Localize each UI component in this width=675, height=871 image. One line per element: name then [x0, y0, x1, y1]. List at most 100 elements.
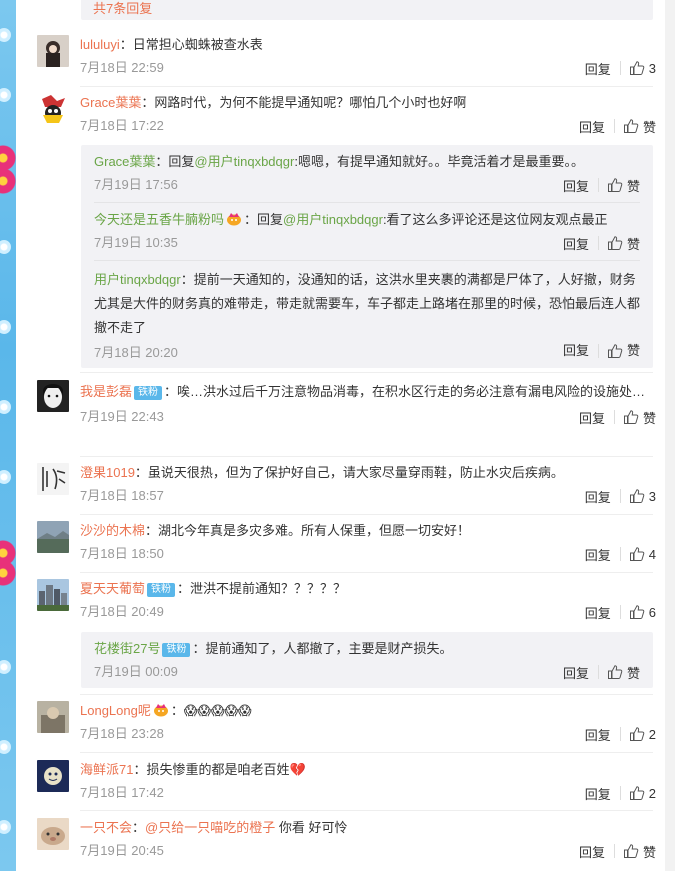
like-button[interactable]: 3	[629, 60, 656, 76]
action-divider	[597, 236, 599, 250]
like-button[interactable]: 赞	[623, 842, 656, 861]
reply-button[interactable]: 回复	[585, 603, 611, 622]
username-link[interactable]: 用户tinqxbdqgr	[94, 272, 181, 287]
comment-text: :看了这么多评论还是这位网友观点最正	[382, 212, 608, 227]
reply-button[interactable]: 回复	[563, 339, 589, 363]
like-button[interactable]: 赞	[623, 408, 656, 427]
reply-button[interactable]: 回复	[579, 842, 605, 861]
username-link[interactable]: Grace葉葉	[94, 154, 155, 169]
like-button[interactable]: 2	[629, 785, 656, 801]
avatar[interactable]	[37, 463, 69, 495]
comment-time: 7月18日 17:42	[80, 785, 164, 800]
comment-time: 7月18日 18:50	[80, 546, 164, 561]
thumbs-up-icon	[629, 489, 645, 503]
like-button[interactable]: 赞	[607, 663, 640, 682]
avatar[interactable]	[37, 760, 69, 792]
comment-text: ：唉…洪水过后千万注意物品消毒，在积水区行走的务必注意有漏电风险的设施处…	[164, 384, 646, 399]
username-link[interactable]: 沙沙的木棉	[80, 523, 145, 538]
thumbs-up-icon	[607, 344, 623, 358]
like-button[interactable]: 赞	[607, 234, 640, 253]
username-link[interactable]: 今天还是五香牛腩粉吗	[94, 212, 224, 227]
username-link[interactable]: 花楼街27号	[94, 641, 160, 656]
like-count: 4	[648, 546, 656, 562]
avatar[interactable]	[37, 93, 69, 125]
action-divider	[619, 61, 621, 75]
action-divider	[613, 410, 615, 424]
like-count: 赞	[642, 410, 656, 426]
thumbs-up-icon	[629, 61, 645, 75]
username-link[interactable]: Grace葉葉	[80, 95, 141, 110]
reply-list: Grace葉葉：回复@用户tinqxbdqgr:嗯嗯，有提早通知就好。。毕竟活着…	[81, 145, 653, 368]
comment-text: ：提前通知了，人都撤了，主要是财产损失。	[192, 641, 453, 656]
comment-time: 7月18日 22:59	[80, 60, 164, 75]
like-button[interactable]: 赞	[607, 176, 640, 195]
comment-text: ：网路时代，为何不能提早通知呢？哪怕几个小时也好啊	[141, 95, 467, 110]
thumbs-up-icon	[629, 727, 645, 741]
like-button[interactable]: 赞	[607, 339, 640, 363]
reply-button[interactable]: 回复	[563, 234, 589, 253]
action-divider	[597, 178, 599, 192]
like-button[interactable]: 6	[629, 604, 656, 620]
comment-text: 你看 好可怜	[275, 820, 348, 835]
more-replies-link[interactable]: 共7条回复	[81, 0, 653, 20]
like-count: 赞	[642, 119, 656, 135]
comment-divider	[80, 810, 653, 811]
avatar[interactable]	[37, 521, 69, 553]
thumbs-up-icon	[623, 410, 639, 424]
avatar[interactable]	[37, 818, 69, 850]
like-count: 赞	[626, 343, 640, 358]
avatar[interactable]	[37, 579, 69, 611]
comment-divider	[80, 514, 653, 515]
comment-time: 7月19日 17:56	[94, 177, 178, 192]
comment-text: ：损失惨重的都是咱老百姓💔	[133, 762, 306, 777]
username-link[interactable]: LongLong呢	[80, 703, 151, 718]
thumbs-up-icon	[623, 844, 639, 858]
username-link[interactable]: 海鲜派71	[80, 762, 133, 777]
like-count: 2	[648, 785, 656, 801]
comment-time: 7月18日 18:57	[80, 488, 164, 503]
comment-text: ：日常担心蜘蛛被查水表	[119, 37, 263, 52]
comment-time: 7月18日 23:28	[80, 726, 164, 741]
username-link[interactable]: 夏天天葡萄	[80, 581, 145, 596]
like-button[interactable]: 4	[629, 546, 656, 562]
reply-button[interactable]: 回复	[585, 59, 611, 78]
avatar[interactable]	[37, 380, 69, 412]
reply-prefix: ：回复	[244, 212, 284, 227]
reply-button[interactable]: 回复	[585, 725, 611, 744]
reply-item: Grace葉葉：回复@用户tinqxbdqgr:嗯嗯，有提早通知就好。。毕竟活着…	[94, 152, 640, 195]
reply-button[interactable]: 回复	[563, 663, 589, 682]
username-link[interactable]: lululuyi	[80, 37, 120, 52]
username-link[interactable]: 一只不会	[80, 820, 132, 835]
avatar[interactable]	[37, 701, 69, 733]
comment-text: ：虽说天很热，但为了保护好自己，请大家尽量穿雨鞋，防止水灾后疾病。	[134, 465, 564, 480]
action-divider	[619, 786, 621, 800]
reply-button[interactable]: 回复	[563, 176, 589, 195]
reply-button[interactable]: 回复	[585, 545, 611, 564]
username-link[interactable]: 我是彭磊	[80, 384, 132, 399]
thumbs-up-icon	[629, 547, 645, 561]
like-button[interactable]: 3	[629, 488, 656, 504]
reply-button[interactable]: 回复	[585, 784, 611, 803]
action-divider	[619, 605, 621, 619]
comment-divider	[80, 572, 653, 573]
like-button[interactable]: 赞	[623, 117, 656, 136]
comment-time: 7月19日 20:45	[80, 843, 164, 858]
avatar[interactable]	[37, 35, 69, 67]
comment-divider	[80, 86, 653, 87]
mention-link[interactable]: @只给一只喵吃的橙子	[145, 820, 275, 835]
like-button[interactable]: 2	[629, 726, 656, 742]
reply-button[interactable]: 回复	[579, 408, 605, 427]
fan-badge: 铁粉	[162, 643, 191, 657]
reply-prefix: ：	[132, 820, 146, 835]
like-count: 6	[648, 604, 656, 620]
reply-divider	[94, 202, 640, 203]
username-link[interactable]: 澄果1019	[80, 465, 135, 480]
action-divider	[613, 119, 615, 133]
mention-link[interactable]: @用户tinqxbdqgr	[194, 154, 294, 169]
mention-link[interactable]: @用户tinqxbdqgr	[283, 212, 383, 227]
comment-divider	[80, 456, 653, 457]
scrollbar-track[interactable]	[665, 0, 675, 871]
reply-button[interactable]: 回复	[585, 487, 611, 506]
reply-button[interactable]: 回复	[579, 117, 605, 136]
fan-badge: 铁粉	[134, 386, 163, 400]
